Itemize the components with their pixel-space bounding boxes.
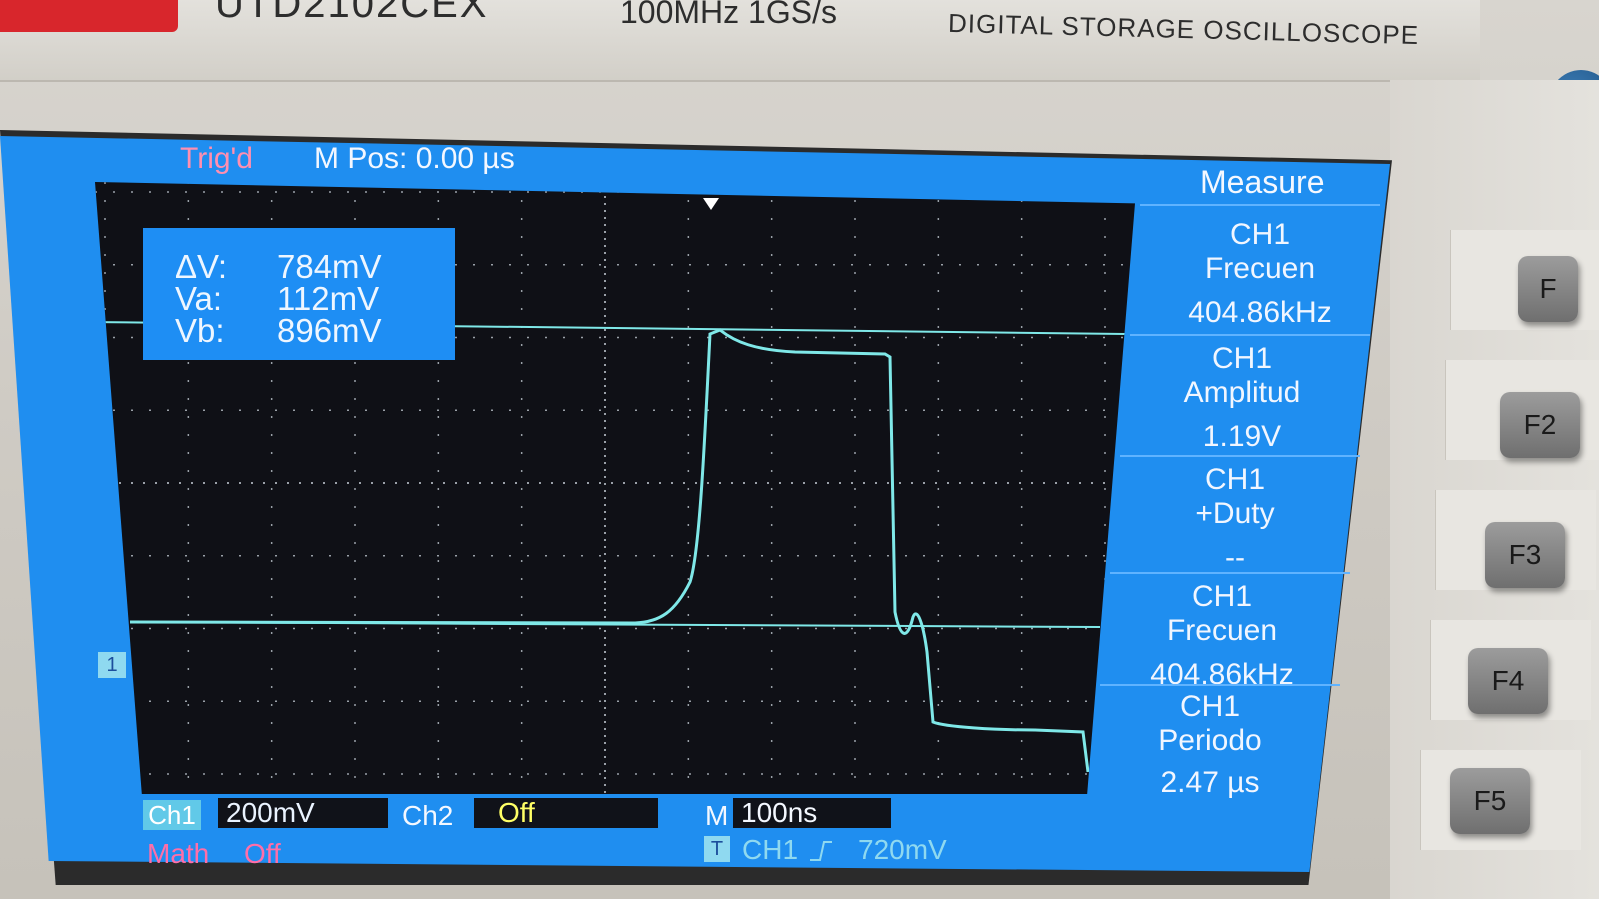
- rising-edge-icon: [810, 841, 832, 861]
- menu-separator: [1110, 572, 1350, 574]
- measure-item-type: Frecuen: [1166, 614, 1278, 647]
- f2-key[interactable]: F2: [1500, 392, 1580, 458]
- ch1-ground-marker: 1: [98, 652, 126, 678]
- measure-item-1[interactable]: CH1 Frecuen 404.86kHz: [1160, 218, 1360, 330]
- measure-item-2[interactable]: CH1 Amplitud 1.19V: [1142, 342, 1342, 454]
- f3-label: F3: [1508, 539, 1542, 570]
- math-label[interactable]: Math: [147, 838, 209, 870]
- measure-item-channel: CH1: [1179, 690, 1240, 723]
- f2-label: F2: [1523, 409, 1557, 440]
- measure-item-type: +Duty: [1195, 497, 1275, 530]
- ch2-label[interactable]: Ch2: [402, 800, 453, 832]
- measure-item-channel: CH1: [1211, 342, 1272, 375]
- horizontal-position: M Pos: 0.00 µs: [314, 142, 515, 175]
- model-label: UTD2102CEX: [215, 0, 489, 26]
- vb-value: 896mV: [277, 312, 382, 349]
- ch1-trace: [129, 328, 1090, 773]
- timebase-label: M: [705, 800, 729, 831]
- spec-label: 100MHz 1GS/s: [620, 0, 837, 30]
- measure-item-4[interactable]: CH1 Frecuen 404.86kHz: [1122, 580, 1322, 692]
- ch1-scale: 200mV: [218, 798, 388, 828]
- measure-item-type: Frecuen: [1204, 252, 1316, 285]
- measure-item-value: 1.19V: [1202, 420, 1282, 453]
- measure-item-type: Periodo: [1158, 724, 1262, 757]
- cursor-readout: ΔV: 784mV Va: 112mV Vb: 896mV: [143, 228, 455, 360]
- menu-separator: [1120, 455, 1360, 457]
- measure-item-value: --: [1225, 541, 1245, 574]
- ch1-indicator[interactable]: Ch1: [143, 800, 201, 830]
- measure-item-type: Amplitud: [1183, 376, 1301, 409]
- measure-item-channel: CH1: [1229, 218, 1290, 251]
- trigger-source: CH1: [742, 834, 799, 865]
- device-type-label: DIGITAL STORAGE OSCILLOSCOPE: [947, 7, 1420, 51]
- ch2-state: Off: [474, 798, 658, 828]
- trigger-status: Trig'd: [180, 142, 253, 175]
- measure-menu-title: Measure: [1200, 164, 1325, 200]
- math-state: Off: [244, 838, 281, 869]
- measure-item-value: 404.86kHz: [1188, 296, 1332, 329]
- measure-item-5[interactable]: CH1 Periodo 2.47 µs: [1110, 690, 1310, 800]
- brand-logo: [0, 0, 178, 32]
- measure-item-value: 404.86kHz: [1150, 658, 1294, 691]
- f4-label: F4: [1491, 665, 1525, 696]
- trigger-level: 720mV: [858, 834, 947, 865]
- menu-separator: [1140, 204, 1380, 206]
- f5-key[interactable]: F5: [1450, 768, 1530, 834]
- menu-separator: [1100, 684, 1340, 686]
- f4-key[interactable]: F4: [1468, 648, 1548, 714]
- f3-key[interactable]: F3: [1485, 522, 1565, 588]
- timebase-scale: 100ns: [733, 798, 891, 828]
- top-panel: UTD2102CEX 100MHz 1GS/s DIGITAL STORAGE …: [0, 0, 1480, 82]
- measure-item-channel: CH1: [1191, 580, 1252, 613]
- measure-item-channel: CH1: [1204, 463, 1265, 496]
- f1-key[interactable]: F: [1518, 256, 1578, 322]
- trigger-icon: T: [704, 836, 730, 862]
- measure-item-value: 2.47 µs: [1160, 766, 1260, 799]
- measure-item-3[interactable]: CH1 +Duty --: [1135, 463, 1335, 575]
- f5-label: F5: [1473, 785, 1507, 816]
- menu-separator: [1130, 334, 1370, 336]
- trigger-position-marker: [703, 198, 719, 210]
- vb-label: Vb:: [175, 312, 225, 349]
